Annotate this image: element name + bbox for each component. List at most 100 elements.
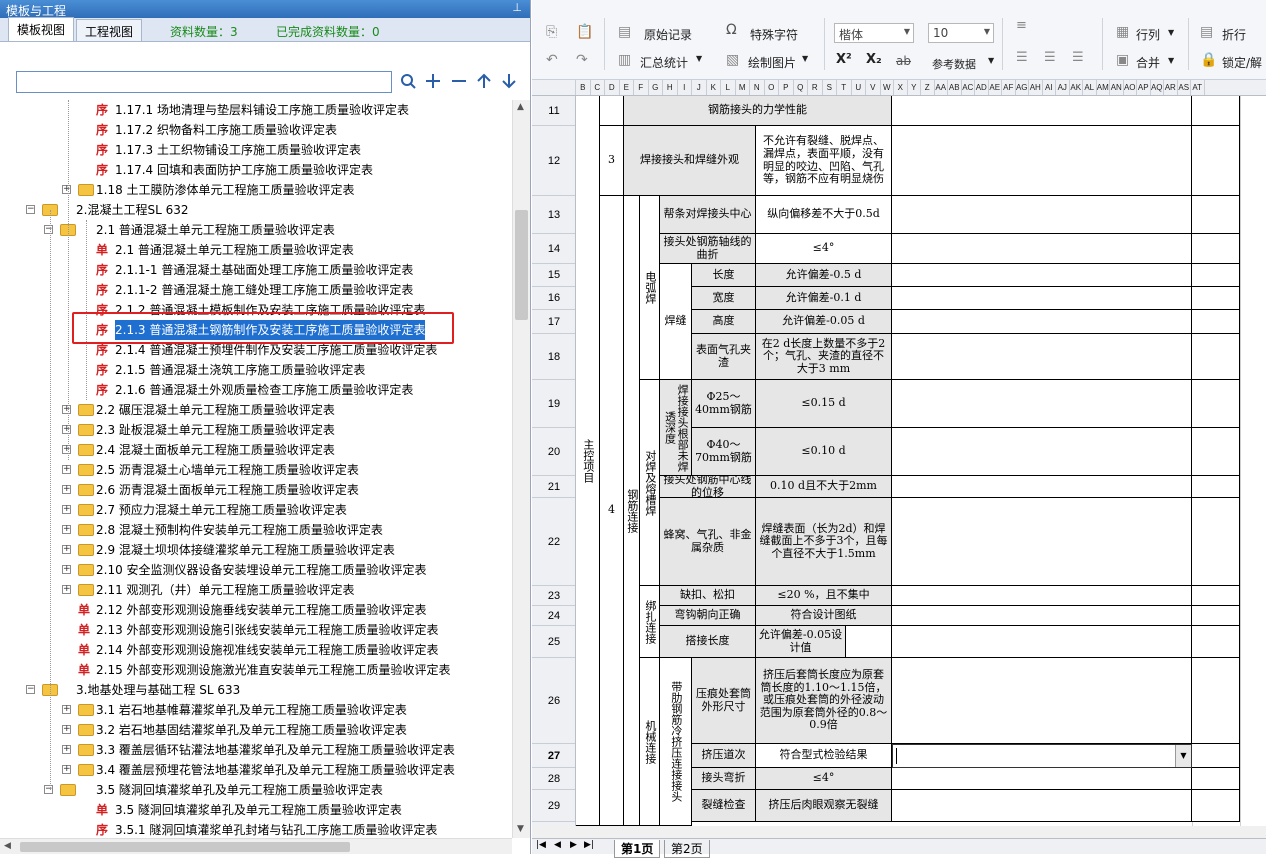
chevron-down-icon[interactable]: ▼ <box>1168 28 1174 37</box>
tree-folder-node[interactable]: +2.3 趾板混凝土单元工程施工质量验收评定表 <box>0 420 512 440</box>
input-cell[interactable] <box>1192 744 1240 768</box>
input-cell[interactable] <box>892 498 1192 586</box>
tree-item[interactable]: 单 2.15 外部变形观测设施激光准直安装单元工程施工质量验收评定表 <box>0 660 512 680</box>
tree-folder-node[interactable]: − 3.地基处理与基础工程 SL 633 <box>0 680 512 700</box>
input-cell[interactable] <box>1192 498 1240 586</box>
wrap-text-button[interactable]: 折行 <box>1222 26 1246 43</box>
input-cell[interactable] <box>1192 264 1240 287</box>
tree-folder-node[interactable]: +2.9 混凝土坝坝体接缝灌浆单元工程施工质量验收评定表 <box>0 540 512 560</box>
collapse-icon[interactable]: − <box>44 785 53 794</box>
expand-icon[interactable]: + <box>62 425 71 434</box>
expand-icon[interactable]: + <box>62 725 71 734</box>
input-cell[interactable] <box>892 310 1192 334</box>
align-top-icon[interactable]: ≡ <box>1016 18 1027 33</box>
font-name-select[interactable]: 楷体 ▼ <box>834 23 914 43</box>
original-record-button[interactable]: 原始记录 <box>644 26 692 43</box>
column-header-cell[interactable]: L <box>721 80 736 95</box>
input-cell[interactable] <box>1192 126 1240 196</box>
font-size-select[interactable]: 10 ▼ <box>928 23 994 43</box>
input-cell[interactable] <box>892 790 1192 822</box>
expand-icon[interactable]: + <box>62 545 71 554</box>
sheet-tab-2[interactable]: 第2页 <box>664 840 710 858</box>
chevron-down-icon[interactable]: ▼ <box>1168 56 1174 65</box>
row-col-button[interactable]: 行列 <box>1136 26 1160 43</box>
input-cell[interactable] <box>892 334 1192 380</box>
row-header-cell[interactable]: 11 <box>532 96 575 126</box>
input-cell[interactable] <box>892 96 1192 126</box>
column-header-cell[interactable]: AG <box>1016 80 1029 95</box>
paste-icon[interactable]: 📋 <box>576 24 593 40</box>
draw-image-button[interactable]: 绘制图片 <box>748 54 796 71</box>
tree-folder-node[interactable]: − 2.混凝土工程SL 632 <box>0 200 512 220</box>
tree-folder-node[interactable]: − 2.1 普通混凝土单元工程施工质量验收评定表 <box>0 220 512 240</box>
row-header-cell[interactable]: 22 <box>532 498 575 586</box>
input-cell[interactable] <box>1192 196 1240 234</box>
tree-folder-node[interactable]: − 3.5 隧洞回填灌浆单孔及单元工程施工质量验收评定表 <box>0 780 512 800</box>
tree-folder-node[interactable]: +3.4 覆盖层预埋花管法地基灌浆单孔及单元工程施工质量验收评定表 <box>0 760 512 780</box>
collapse-icon[interactable]: − <box>26 685 35 694</box>
input-cell[interactable] <box>892 658 1192 744</box>
expand-icon[interactable]: + <box>62 185 71 194</box>
chevron-down-icon[interactable]: ▼ <box>802 54 808 63</box>
input-cell[interactable] <box>1192 287 1240 310</box>
input-cell[interactable] <box>1192 234 1240 264</box>
expand-icon[interactable]: + <box>62 705 71 714</box>
input-cell[interactable] <box>1192 428 1240 476</box>
column-header-cell[interactable]: AL <box>1083 80 1097 95</box>
row-header-cell[interactable]: 20 <box>532 428 575 476</box>
input-cell[interactable] <box>1192 658 1240 744</box>
subscript-button[interactable]: X₂ <box>866 52 882 67</box>
tree-item[interactable]: 单 3.5 隧洞回填灌浆单孔及单元工程施工质量验收评定表 <box>0 800 512 820</box>
tree-folder-node[interactable]: +2.10 安全监测仪器设备安装埋设单元工程施工质量验收评定表 <box>0 560 512 580</box>
tree-item[interactable]: 单 2.12 外部变形观测设施垂线安装单元工程施工质量验收评定表 <box>0 600 512 620</box>
tree-folder-node[interactable]: +1.18 土工膜防渗体单元工程施工质量验收评定表 <box>0 180 512 200</box>
input-cell[interactable] <box>1192 586 1240 606</box>
last-sheet-icon[interactable]: ▶| <box>584 840 594 850</box>
expand-icon[interactable]: + <box>62 745 71 754</box>
tree-folder-node[interactable]: +3.1 岩石地基帷幕灌浆单孔及单元工程施工质量验收评定表 <box>0 700 512 720</box>
chevron-down-icon[interactable]: ▼ <box>696 54 702 63</box>
input-cell[interactable] <box>892 428 1192 476</box>
row-header-cell[interactable]: 17 <box>532 310 575 334</box>
column-header-cell[interactable]: U <box>852 80 866 95</box>
tab-template-view[interactable]: 模板视图 <box>8 17 75 41</box>
input-cell[interactable] <box>1192 626 1240 658</box>
tab-project-view[interactable]: 工程视图 <box>76 19 143 41</box>
column-header-cell[interactable]: AO <box>1124 80 1137 95</box>
column-header-cell[interactable]: N <box>750 80 765 95</box>
undo-icon[interactable]: ↶ <box>546 52 558 68</box>
input-cell[interactable] <box>1192 768 1240 790</box>
input-cell[interactable] <box>892 264 1192 287</box>
tree-folder-node[interactable]: +2.7 预应力混凝土单元工程施工质量验收评定表 <box>0 500 512 520</box>
column-header-cell[interactable]: Y <box>908 80 921 95</box>
add-icon[interactable] <box>424 72 442 90</box>
expand-icon[interactable]: + <box>62 465 71 474</box>
tree-folder-node[interactable]: +2.11 观测孔（井）单元工程施工质量验收评定表 <box>0 580 512 600</box>
column-header-cell[interactable]: AC <box>962 80 975 95</box>
tree-folder-node[interactable]: +2.5 沥青混凝土心墙单元工程施工质量验收评定表 <box>0 460 512 480</box>
column-header-cell[interactable]: E <box>620 80 634 95</box>
expand-icon[interactable]: + <box>62 525 71 534</box>
move-up-icon[interactable] <box>475 72 493 90</box>
row-header-cell[interactable]: 27 <box>532 744 575 768</box>
input-cell[interactable] <box>892 626 1192 658</box>
row-header-cell[interactable]: 18 <box>532 334 575 380</box>
tree-item[interactable]: 序 1.17.1 场地清理与垫层料铺设工序施工质量验收评定表 <box>0 100 512 120</box>
input-cell[interactable] <box>1192 606 1240 626</box>
column-header-cell[interactable]: AJ <box>1056 80 1070 95</box>
tree-folder-node[interactable]: +3.3 覆盖层循环钻灌法地基灌浆单孔及单元工程施工质量验收评定表 <box>0 740 512 760</box>
input-cell[interactable] <box>892 586 1192 606</box>
expand-icon[interactable]: + <box>62 765 71 774</box>
scroll-left-icon[interactable]: ◀ <box>4 841 11 851</box>
tree-item[interactable]: 序 2.1.6 普通混凝土外观质量检查工序施工质量验收评定表 <box>0 380 512 400</box>
scroll-down-icon[interactable]: ▼ <box>517 824 524 834</box>
expand-icon[interactable]: + <box>62 405 71 414</box>
tree-item[interactable]: 序 1.17.2 织物备料工序施工质量验收评定表 <box>0 120 512 140</box>
row-header-cell[interactable]: 13 <box>532 196 575 234</box>
row-header-cell[interactable]: 26 <box>532 658 575 744</box>
tree-vertical-scrollbar[interactable]: ▲ ▼ <box>512 100 530 838</box>
input-cell[interactable] <box>1192 790 1240 822</box>
lock-button[interactable]: 锁定/解 <box>1222 54 1262 71</box>
row-header-cell[interactable]: 14 <box>532 234 575 264</box>
column-header-cell[interactable]: AE <box>989 80 1002 95</box>
